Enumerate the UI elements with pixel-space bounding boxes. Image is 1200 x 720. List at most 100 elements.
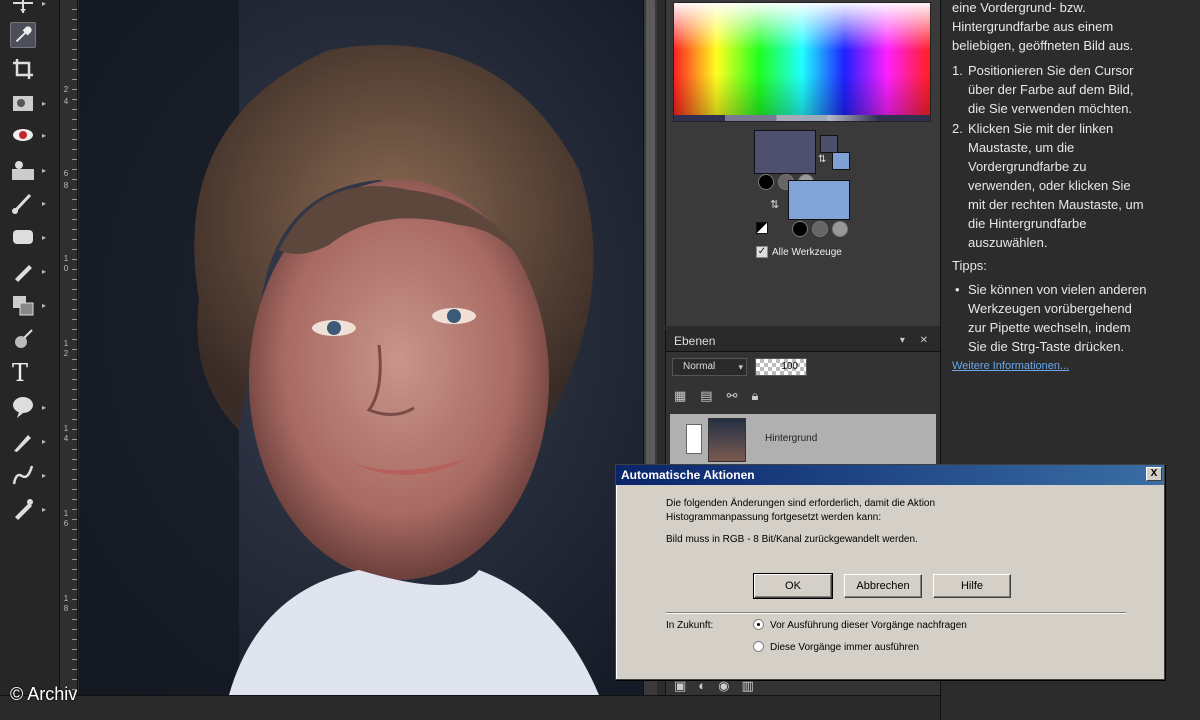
foreground-color-swatch[interactable] — [754, 130, 816, 174]
replace-tool[interactable]: ▸ — [6, 290, 54, 320]
shape-caret-icon[interactable]: ▸ — [42, 403, 46, 412]
adjustment-layer-icon[interactable]: ◐ — [698, 678, 706, 694]
swap-fg-bg-icon[interactable]: ⇅ — [770, 198, 779, 211]
help-intro-line: Hintergrundfarbe aus einem — [952, 19, 1114, 34]
cancel-button[interactable]: Abbrechen — [844, 574, 922, 598]
small-background-swatch[interactable] — [832, 152, 850, 170]
ruler-label: 4 — [63, 97, 69, 106]
close-button[interactable]: X — [1146, 467, 1162, 481]
step-number: 2. — [952, 121, 963, 136]
pen-caret-icon[interactable]: ▸ — [42, 437, 46, 446]
clone-caret-icon[interactable]: ▸ — [42, 166, 46, 175]
red-eye-tool[interactable]: ▸ — [6, 120, 54, 150]
dialog-requirement: Bild muss in RGB - 8 Bit/Kanal zurückgew… — [666, 534, 918, 545]
clone-tool-icon — [12, 161, 34, 180]
selection-caret-icon[interactable]: ▸ — [42, 233, 46, 242]
ruler-label: 8 — [63, 604, 69, 613]
warp-brush-icon — [12, 465, 34, 485]
bg-solid-fill-icon[interactable] — [792, 221, 808, 237]
shape-tool[interactable]: ▸ — [6, 392, 54, 422]
link-icon[interactable]: ⚯ — [727, 388, 738, 404]
tip-line: Sie die Strg-Taste drücken. — [968, 339, 1125, 354]
help-button[interactable]: Hilfe — [933, 574, 1011, 598]
dropper-brush-tool[interactable]: ▸ — [6, 494, 54, 524]
layer-mask-icon[interactable]: ▦ — [674, 388, 686, 404]
layer-row[interactable]: Hintergrund — [670, 414, 936, 466]
text-tool[interactable]: T — [6, 358, 54, 388]
small-foreground-swatch[interactable] — [820, 135, 838, 153]
layer-name: Hintergrund — [765, 433, 818, 444]
bottom-toolbar — [0, 695, 940, 720]
all-tools-option[interactable]: ✓ Alle Werkzeuge — [756, 246, 842, 258]
always-run-label[interactable]: Diese Vorgänge immer ausführen — [770, 642, 919, 653]
new-layer-icon[interactable]: ▣ — [674, 678, 686, 694]
red-eye-tool-icon — [13, 129, 33, 141]
recent-colors-strip[interactable] — [674, 115, 930, 121]
mask-icon[interactable]: ◉ — [718, 678, 729, 694]
help-step-line: die Hintergrundfarbe — [968, 216, 1087, 231]
layer-style-icon[interactable]: ▤ — [700, 388, 712, 404]
warp-caret-icon[interactable]: ▸ — [42, 471, 46, 480]
default-colors-icon[interactable] — [756, 222, 768, 234]
color-panel: ⇅ ⇅ ✓ Alle Werkzeuge — [665, 0, 940, 326]
replace-caret-icon[interactable]: ▸ — [42, 301, 46, 310]
fill-tool[interactable] — [6, 324, 54, 354]
image-canvas[interactable] — [79, 0, 643, 695]
straighten-caret-icon[interactable]: ▸ — [42, 99, 46, 108]
move-tool-caret-icon[interactable]: ▸ — [42, 0, 46, 8]
shape-tool-icon — [13, 397, 33, 418]
layer-thumbnail — [708, 418, 746, 462]
ruler-label: 2 — [63, 349, 69, 358]
bg-gradient-fill-icon[interactable] — [812, 221, 828, 237]
help-step-line: auszuwählen. — [968, 235, 1048, 250]
more-information-link[interactable]: Weitere Informationen... — [952, 357, 1069, 376]
help-step-line: verwenden, oder klicken Sie — [968, 178, 1131, 193]
always-run-radio[interactable] — [753, 641, 764, 652]
future-label: In Zukunft: — [666, 620, 714, 631]
paint-brush-tool[interactable]: ▸ — [6, 188, 54, 218]
eraser-caret-icon[interactable]: ▸ — [42, 267, 46, 276]
ruler-label: 4 — [63, 434, 69, 443]
delete-layer-icon[interactable]: ▥ — [742, 678, 754, 694]
dropper-tool[interactable] — [6, 20, 54, 50]
blend-mode-dropdown[interactable]: Normal — [672, 358, 747, 376]
replace-tool-icon — [13, 296, 34, 316]
warp-brush-tool[interactable]: ▸ — [6, 460, 54, 490]
ok-button[interactable]: OK — [753, 573, 833, 599]
background-color-swatch[interactable] — [788, 180, 850, 220]
straighten-tool[interactable]: ▸ — [6, 88, 54, 118]
ask-before-radio[interactable] — [753, 619, 764, 630]
move-tool[interactable]: ▸ — [6, 0, 54, 18]
pen-tool[interactable]: ▸ — [6, 426, 54, 456]
brush-caret-icon[interactable]: ▸ — [42, 199, 46, 208]
dropper-tool-icon — [10, 22, 36, 48]
help-step-line: die Sie verwenden möchten. — [968, 101, 1133, 116]
help-intro-line: beliebigen, geöffneten Bild aus. — [952, 38, 1134, 53]
swap-colors-icon[interactable]: ⇅ — [818, 154, 826, 165]
step-number: 1. — [952, 63, 963, 78]
dialog-message-line: Die folgenden Änderungen sind erforderli… — [666, 498, 936, 509]
solid-fill-icon[interactable] — [758, 174, 774, 190]
all-tools-checkbox[interactable]: ✓ — [756, 246, 768, 258]
lock-icon[interactable]: 🔒︎ — [752, 388, 759, 404]
ask-before-label[interactable]: Vor Ausführung dieser Vorgänge nachfrage… — [770, 620, 967, 631]
bg-pattern-fill-icon[interactable] — [832, 221, 848, 237]
color-spectrum-picker[interactable] — [673, 2, 931, 122]
dialog-separator — [666, 612, 1126, 614]
move-tool-icon — [13, 0, 33, 13]
dropper-brush-caret-icon[interactable]: ▸ — [42, 505, 46, 514]
clone-tool[interactable]: ▸ — [6, 155, 54, 185]
opacity-field[interactable]: 100 — [755, 358, 807, 376]
layer-visibility-icon[interactable] — [686, 424, 702, 454]
selection-tool[interactable]: ▸ — [6, 222, 54, 252]
dropper-brush-icon — [15, 499, 33, 520]
eraser-tool[interactable]: ▸ — [6, 256, 54, 286]
help-step-line: Positionieren Sie den Cursor — [968, 63, 1134, 78]
panel-window-controls[interactable]: ▾ ✕ — [900, 335, 934, 346]
bullet-icon: • — [955, 282, 960, 297]
ruler-label: 1 — [63, 424, 69, 433]
tips-heading: Tipps: — [952, 258, 987, 273]
red-eye-caret-icon[interactable]: ▸ — [42, 131, 46, 140]
dialog-title-bar: Automatische Aktionen X — [616, 465, 1164, 485]
crop-tool[interactable] — [6, 54, 54, 84]
